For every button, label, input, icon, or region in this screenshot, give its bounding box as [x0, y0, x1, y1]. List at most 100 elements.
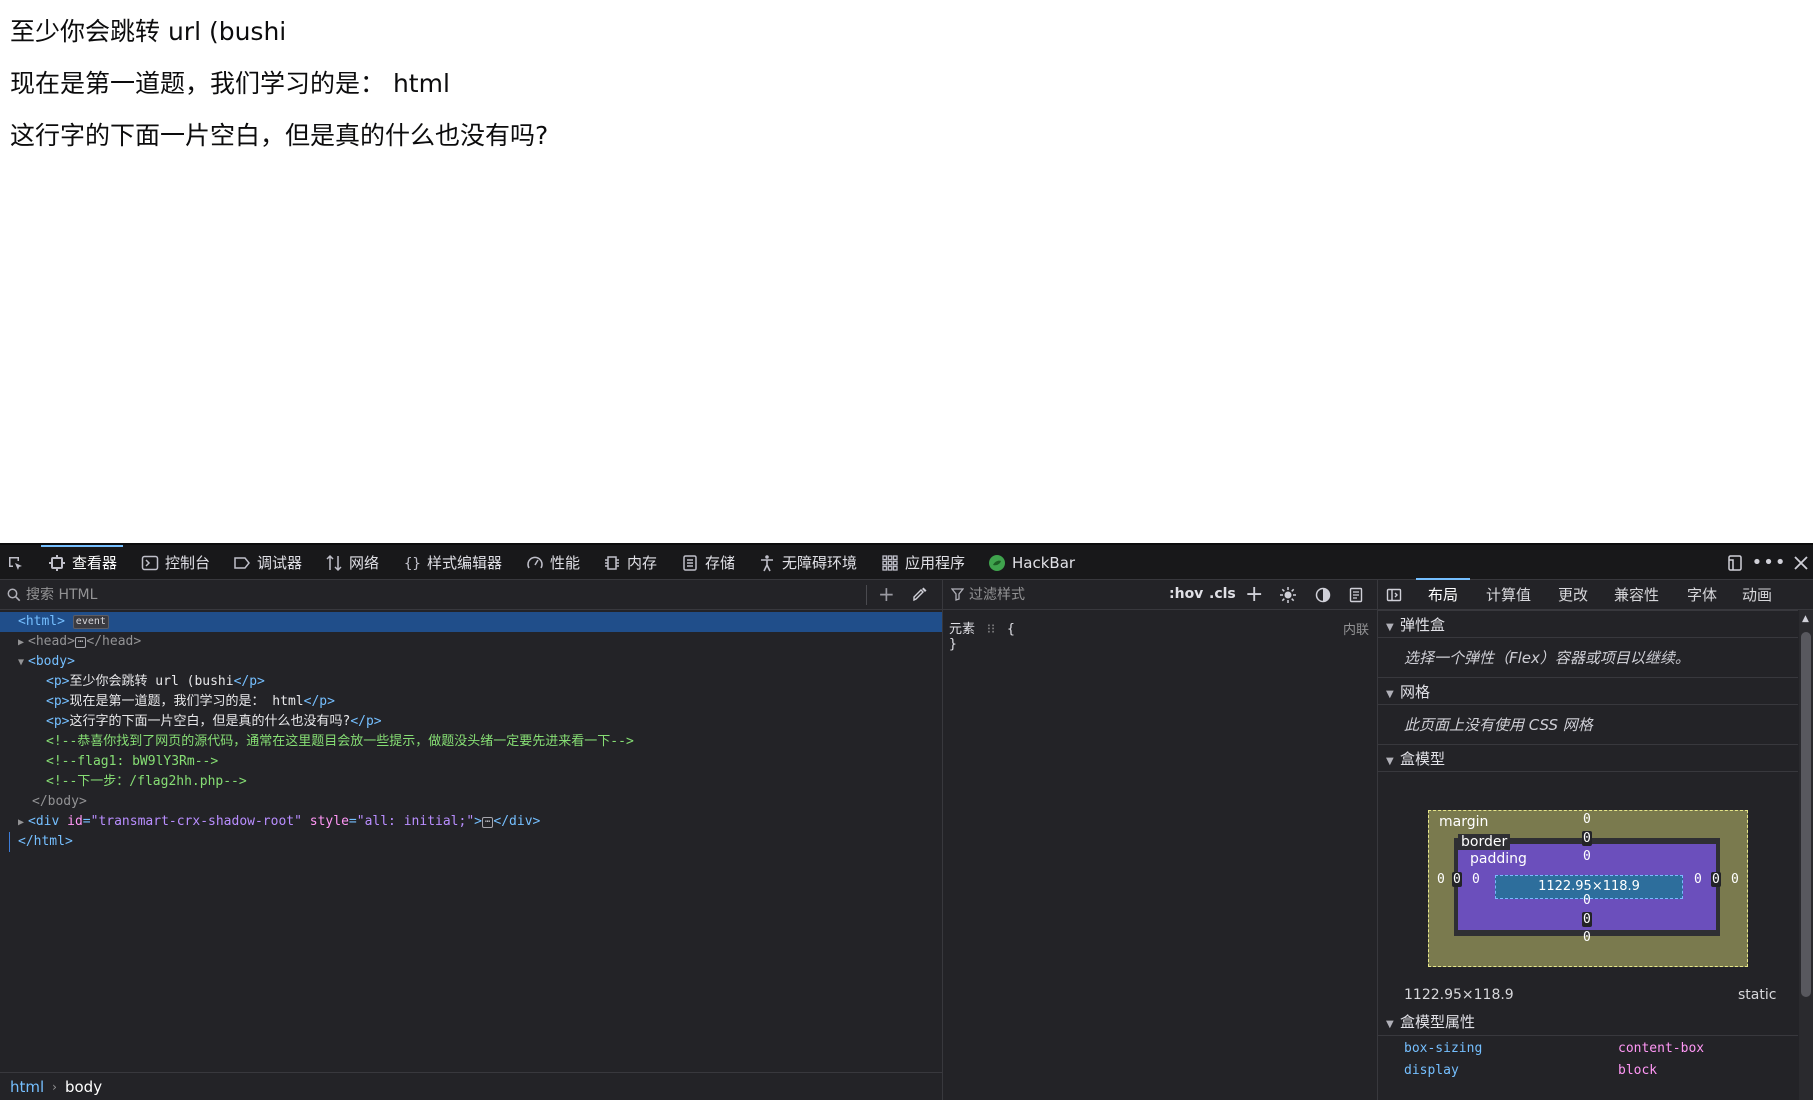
tab-layout[interactable]: 布局: [1415, 578, 1471, 610]
dark-mode-icon[interactable]: [1315, 587, 1331, 603]
tab-network[interactable]: 网络: [325, 545, 379, 580]
collapsed-ellipsis[interactable]: ⋯: [481, 817, 494, 828]
grid-highlight-icon[interactable]: ⁝⁝: [987, 622, 995, 637]
breadcrumb: html › body: [0, 1072, 942, 1100]
tab-accessibility[interactable]: 无障碍环境: [758, 545, 857, 580]
eyedropper-icon[interactable]: [912, 586, 928, 602]
network-icon: [325, 554, 343, 572]
boxmodel-section-header[interactable]: ▼ 盒模型: [1378, 744, 1798, 772]
attr-name: id: [67, 814, 83, 829]
node-comment-1[interactable]: <!--恭喜你找到了网页的源代码，通常在这里题目会放一些提示，做题没头绪一定要先…: [0, 732, 942, 752]
print-media-icon[interactable]: [1348, 587, 1364, 603]
node-body[interactable]: ▼ <body>: [0, 652, 942, 672]
tab-fonts[interactable]: 字体: [1687, 580, 1717, 610]
prop-value[interactable]: block: [1618, 1063, 1657, 1078]
head-close-tag: </head>: [86, 634, 142, 649]
p-open-tag: <p>: [46, 694, 70, 709]
attr-value: "transmart-crx-shadow-root": [90, 814, 302, 829]
rule-selector[interactable]: 元素: [949, 622, 975, 637]
padding-top-value[interactable]: 0: [1583, 849, 1591, 864]
padding-bottom-value[interactable]: 0: [1583, 893, 1591, 908]
style-editor-icon: {}: [403, 554, 421, 572]
expand-arrow-icon[interactable]: ▶: [18, 633, 28, 653]
node-p-1[interactable]: <p>至少你会跳转 url (bushi</p>: [0, 672, 942, 692]
p-close-tag: </p>: [350, 714, 382, 729]
tab-changes[interactable]: 更改: [1558, 580, 1588, 610]
collapse-arrow-icon: ▼: [1386, 1019, 1394, 1030]
p-close-tag: </p>: [303, 694, 335, 709]
console-icon: [141, 554, 159, 572]
node-comment-3[interactable]: <!--下一步：/flag2hh.php-->: [0, 772, 942, 792]
box-properties-section-header[interactable]: ▼ 盒模型属性: [1378, 1008, 1798, 1036]
tab-console[interactable]: 控制台: [141, 545, 210, 580]
rule-source-inline: 内联: [1342, 623, 1369, 638]
border-right-value[interactable]: 0: [1711, 872, 1721, 887]
performance-icon: [526, 554, 544, 572]
padding-left-value[interactable]: 0: [1472, 872, 1480, 887]
element-picker-button[interactable]: [6, 545, 24, 580]
border-top-value[interactable]: 0: [1582, 831, 1592, 846]
tab-inspector[interactable]: 查看器: [40, 545, 124, 580]
node-body-close[interactable]: </body>: [0, 792, 942, 812]
flexbox-section-header[interactable]: ▼ 弹性盒: [1378, 610, 1798, 638]
node-div-shadow-root[interactable]: ▶ <div id="transmart-crx-shadow-root" sty…: [0, 812, 942, 832]
scrollbar-thumb[interactable]: [1801, 632, 1811, 997]
search-icon: [7, 588, 21, 602]
margin-bottom-value[interactable]: 0: [1583, 930, 1591, 945]
tab-compatibility[interactable]: 兼容性: [1614, 580, 1659, 610]
add-node-button[interactable]: +: [878, 584, 895, 604]
node-p-2[interactable]: <p>现在是第一道题，我们学习的是： html</p>: [0, 692, 942, 712]
node-html-close[interactable]: </html>: [0, 832, 942, 852]
toggle-sidebar-icon[interactable]: [1386, 587, 1402, 603]
grid-section-header[interactable]: ▼ 网格: [1378, 677, 1798, 705]
border-left-value[interactable]: 0: [1452, 872, 1462, 887]
devtools-panel: 查看器 控制台 调试器 网络 {} 样式编辑器 性能 内存 存储 无障碍环境 应…: [0, 543, 1813, 1100]
tab-debugger[interactable]: 调试器: [233, 545, 302, 580]
node-p-3[interactable]: <p>这行字的下面一片空白，但是真的什么也没有吗?</p>: [0, 712, 942, 732]
breadcrumb-item-html[interactable]: html: [10, 1078, 44, 1096]
tab-animations[interactable]: 动画: [1742, 580, 1772, 610]
light-mode-icon[interactable]: [1279, 586, 1297, 604]
node-html[interactable]: <html> event: [0, 612, 942, 632]
rule-open-brace: {: [1006, 622, 1015, 637]
tab-computed[interactable]: 计算值: [1486, 580, 1531, 610]
margin-left-value[interactable]: 0: [1437, 872, 1445, 887]
prop-value[interactable]: content-box: [1618, 1041, 1704, 1056]
tab-hackbar[interactable]: HackBar: [988, 545, 1075, 580]
section-title: 网格: [1400, 683, 1431, 701]
cls-toggle[interactable]: .cls: [1209, 586, 1236, 602]
tab-application[interactable]: 应用程序: [881, 545, 965, 580]
tab-network-label: 网络: [349, 554, 380, 572]
breadcrumb-item-body[interactable]: body: [65, 1078, 102, 1096]
node-comment-2[interactable]: <!--flag1: bW9lY3Rm-->: [0, 752, 942, 772]
expand-arrow-icon[interactable]: ▶: [18, 813, 28, 833]
collapse-arrow-icon: ▼: [1386, 622, 1394, 633]
filter-styles-input[interactable]: [967, 584, 1151, 606]
sidebar-scrollbar[interactable]: ▲: [1799, 610, 1813, 1100]
dock-side-button[interactable]: [1724, 552, 1746, 574]
rules-panel: :hov .cls + 元素 ⁝⁝ { } 内联: [943, 580, 1378, 1100]
section-title: 盒模型属性: [1400, 1013, 1476, 1031]
add-rule-icon[interactable]: +: [1245, 582, 1263, 607]
tab-storage[interactable]: 存储: [681, 545, 735, 580]
equals-sign: =: [348, 814, 357, 829]
tab-memory[interactable]: 内存: [603, 545, 657, 580]
collapse-arrow-icon[interactable]: ▼: [18, 653, 28, 673]
scroll-up-icon[interactable]: ▲: [1802, 614, 1809, 624]
section-title: 盒模型: [1400, 750, 1446, 768]
grid-note: 此页面上没有使用 CSS 网格: [1404, 716, 1593, 734]
p-close-tag: </p>: [233, 674, 265, 689]
collapsed-ellipsis[interactable]: ⋯: [74, 637, 87, 648]
padding-right-value[interactable]: 0: [1694, 872, 1702, 887]
event-badge[interactable]: event: [72, 615, 109, 629]
margin-right-value[interactable]: 0: [1731, 872, 1739, 887]
node-head[interactable]: ▶ <head> ⋯ </head>: [0, 632, 942, 652]
margin-top-value[interactable]: 0: [1583, 812, 1591, 827]
tab-style-editor[interactable]: {} 样式编辑器: [403, 545, 502, 580]
search-html-input[interactable]: [24, 584, 858, 606]
tab-performance[interactable]: 性能: [526, 545, 580, 580]
more-options-button[interactable]: •••: [1752, 552, 1786, 574]
hov-toggle[interactable]: :hov: [1169, 586, 1203, 602]
border-bottom-value[interactable]: 0: [1582, 912, 1592, 927]
close-devtools-button[interactable]: [1790, 552, 1812, 574]
